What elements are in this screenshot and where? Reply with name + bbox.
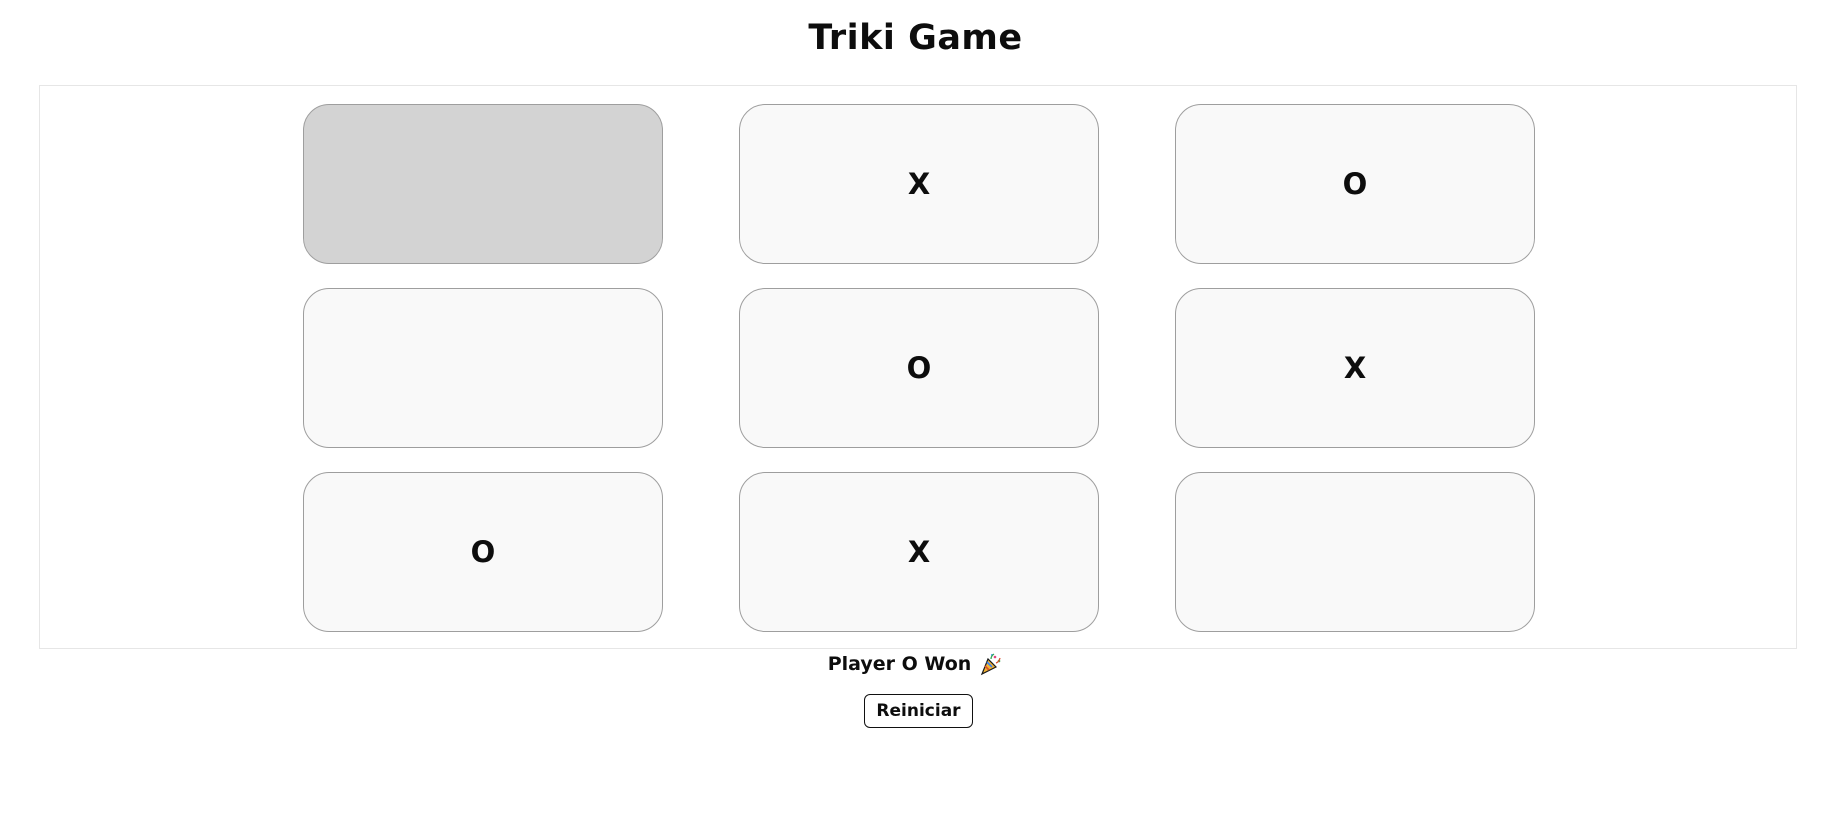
game-board: X O O X O X <box>39 85 1797 649</box>
board-cell-r1-c1[interactable] <box>303 104 663 264</box>
board-cell-r3-c1[interactable]: O <box>303 472 663 632</box>
board-cell-r3-c3[interactable] <box>1175 472 1535 632</box>
board-cell-r1-c2[interactable]: X <box>739 104 1099 264</box>
party-popper-icon <box>979 652 1003 676</box>
restart-button[interactable]: Reiniciar <box>864 694 973 728</box>
game-title: Triki Game <box>808 18 1023 58</box>
board-cell-r2-c1[interactable] <box>303 288 663 448</box>
board-cell-r2-c3[interactable]: X <box>1175 288 1535 448</box>
board-cell-r1-c3[interactable]: O <box>1175 104 1535 264</box>
game-status-text: Player O Won <box>827 653 972 675</box>
board-cell-r2-c2[interactable]: O <box>739 288 1099 448</box>
board-cell-r3-c2[interactable]: X <box>739 472 1099 632</box>
triki-game-app: Triki Game X O O X O X Player O Won Rein… <box>0 0 1831 827</box>
game-status: Player O Won <box>0 652 1831 676</box>
game-status-line: Player O Won <box>828 652 1004 676</box>
